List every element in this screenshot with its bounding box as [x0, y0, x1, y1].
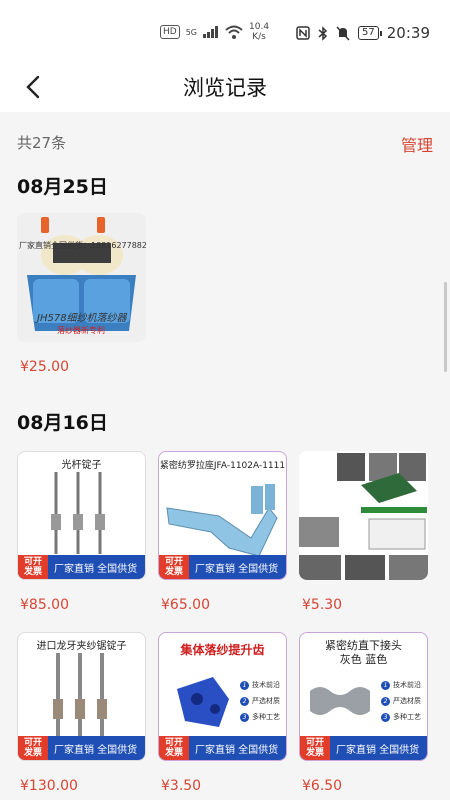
banner-text: 厂家直销 全国供货: [195, 563, 279, 575]
banner-text: 厂家直销 全国供货: [336, 744, 420, 756]
machine-parts-picture: [299, 451, 428, 580]
invoice-banner: 可开 发票 厂家直销 全国供货: [18, 555, 145, 579]
bluetooth-icon: [318, 25, 328, 41]
scrollbar[interactable]: [444, 282, 447, 372]
banner-text: 厂家直销 全国供货: [195, 744, 279, 756]
banner-text: 厂家直销 全国供货: [54, 744, 138, 756]
feature-list: 1 技术前沿 2 严选材质 3 多种工艺: [381, 677, 421, 725]
invoice-banner: 可开 发票 厂家直销 全国供货: [159, 555, 286, 579]
clock: 20:39: [386, 24, 430, 42]
product-image: 进口龙牙夹纱锯锭子 可开 发票 厂家直销 全国供货: [17, 632, 146, 761]
product-card[interactable]: 紧密纺罗拉座JFA-1102A-1111 可开 发票 厂家直销 全国供货 ¥65.…: [158, 451, 287, 613]
invoice-badge: 可开 发票: [18, 555, 48, 579]
product-price: ¥65.00: [161, 597, 210, 613]
overlay-sub: 落纱器新专利: [57, 326, 105, 335]
product-image: 紧密纺罗拉座JFA-1102A-1111 可开 发票 厂家直销 全国供货: [158, 451, 287, 580]
invoice-banner: 可开 发票 厂家直销 全国供货: [300, 736, 427, 760]
overlay-phone: 厂家直销全国供货：18816277882: [19, 241, 146, 250]
feature-item: 1 技术前沿: [240, 677, 280, 693]
invoice-badge: 可开 发票: [300, 736, 330, 760]
product-card[interactable]: 集体落纱提升齿 1 技术前沿 2 严选材质 3 多种工艺 可开 发票 厂家直销 全国供货…: [158, 632, 287, 794]
lift-gear-picture: [177, 677, 229, 727]
status-network-group: HD 5G 10.4 K/s: [160, 22, 269, 42]
product-card[interactable]: ¥5.30: [299, 451, 428, 613]
product-price: ¥85.00: [20, 597, 69, 613]
net-speed-value: 10.4: [249, 22, 270, 32]
feature-item: 3 多种工艺: [240, 709, 280, 725]
cell-signal-icon: [203, 26, 218, 38]
product-price: ¥130.00: [20, 778, 78, 794]
banner-text: 厂家直销 全国供货: [54, 563, 138, 575]
product-card[interactable]: 进口龙牙夹纱锯锭子 可开 发票 厂家直销 全国供货 ¥130.00: [17, 632, 146, 794]
product-image: 光杆锭子 可开 发票 厂家直销 全国供货: [17, 451, 146, 580]
product-card[interactable]: 厂家直销全国供货：18816277882 JH578细纱机落纱器 落纱器新专利 …: [17, 213, 146, 375]
product-price: ¥3.50: [161, 778, 202, 794]
product-image: 集体落纱提升齿 1 技术前沿 2 严选材质 3 多种工艺 可开 发票 厂家直销 全国供货: [158, 632, 287, 761]
feature-item: 2 严选材质: [240, 693, 280, 709]
mute-bell-icon: [336, 25, 350, 41]
product-price: ¥5.30: [302, 597, 343, 613]
status-right-group: 57 20:39: [296, 24, 430, 42]
nav-bar: 浏览记录: [0, 64, 450, 112]
invoice-banner: 可开 发票 厂家直销 全国供货: [18, 736, 145, 760]
hd-icon: HD: [160, 25, 180, 39]
product-price: ¥25.00: [20, 359, 69, 375]
product-card[interactable]: 光杆锭子 可开 发票 厂家直销 全国供货 ¥85.00: [17, 451, 146, 613]
signal-5g-label: 5G: [185, 27, 197, 37]
caption-colors: 灰色 蓝色: [339, 653, 388, 666]
feature-item: 3 多种工艺: [381, 709, 421, 725]
connector-picture: [310, 687, 370, 715]
feature-list: 1 技术前沿 2 严选材质 3 多种工艺: [240, 677, 280, 725]
invoice-banner: 可开 发票 厂家直销 全国供货: [159, 736, 286, 760]
roller-seat-picture: [166, 484, 278, 557]
product-image: 厂家直销全国供货：18816277882 JH578细纱机落纱器 落纱器新专利: [17, 213, 146, 342]
date-heading: 08月25日: [17, 176, 108, 198]
invoice-badge: 可开 发票: [159, 555, 189, 579]
product-caption: 集体落纱提升齿: [180, 643, 265, 657]
nfc-icon: [296, 26, 310, 40]
history-count: 共27条: [17, 134, 67, 152]
battery-icon: 57: [358, 26, 382, 40]
product-caption: 紧密纺直下接头 灰色 蓝色: [300, 639, 427, 667]
net-speed: 10.4 K/s: [249, 22, 269, 42]
page-title: 浏览记录: [183, 76, 267, 100]
feature-item: 2 严选材质: [381, 693, 421, 709]
overlay-name: JH578细纱机落纱器: [37, 313, 127, 324]
date-heading: 08月16日: [17, 412, 108, 434]
spindle-picture: [51, 472, 105, 554]
spindle-picture: [53, 653, 107, 737]
feature-item: 1 技术前沿: [381, 677, 421, 693]
net-speed-unit: K/s: [252, 32, 266, 42]
product-image: 紧密纺直下接头 灰色 蓝色 1 技术前沿 2 严选材质 3 多种工艺 可开 发票 厂家直…: [299, 632, 428, 761]
invoice-badge: 可开 发票: [18, 736, 48, 760]
product-price: ¥6.50: [302, 778, 343, 794]
manage-button[interactable]: 管理: [401, 132, 433, 156]
caption-line: 紧密纺直下接头: [325, 639, 402, 652]
status-bar: HD 5G 10.4 K/s 57 20:39: [0, 0, 450, 64]
invoice-badge: 可开 发票: [159, 736, 189, 760]
wifi-icon: [225, 25, 243, 39]
product-image: [299, 451, 428, 580]
product-card[interactable]: 紧密纺直下接头 灰色 蓝色 1 技术前沿 2 严选材质 3 多种工艺 可开 发票 厂家直…: [299, 632, 428, 794]
